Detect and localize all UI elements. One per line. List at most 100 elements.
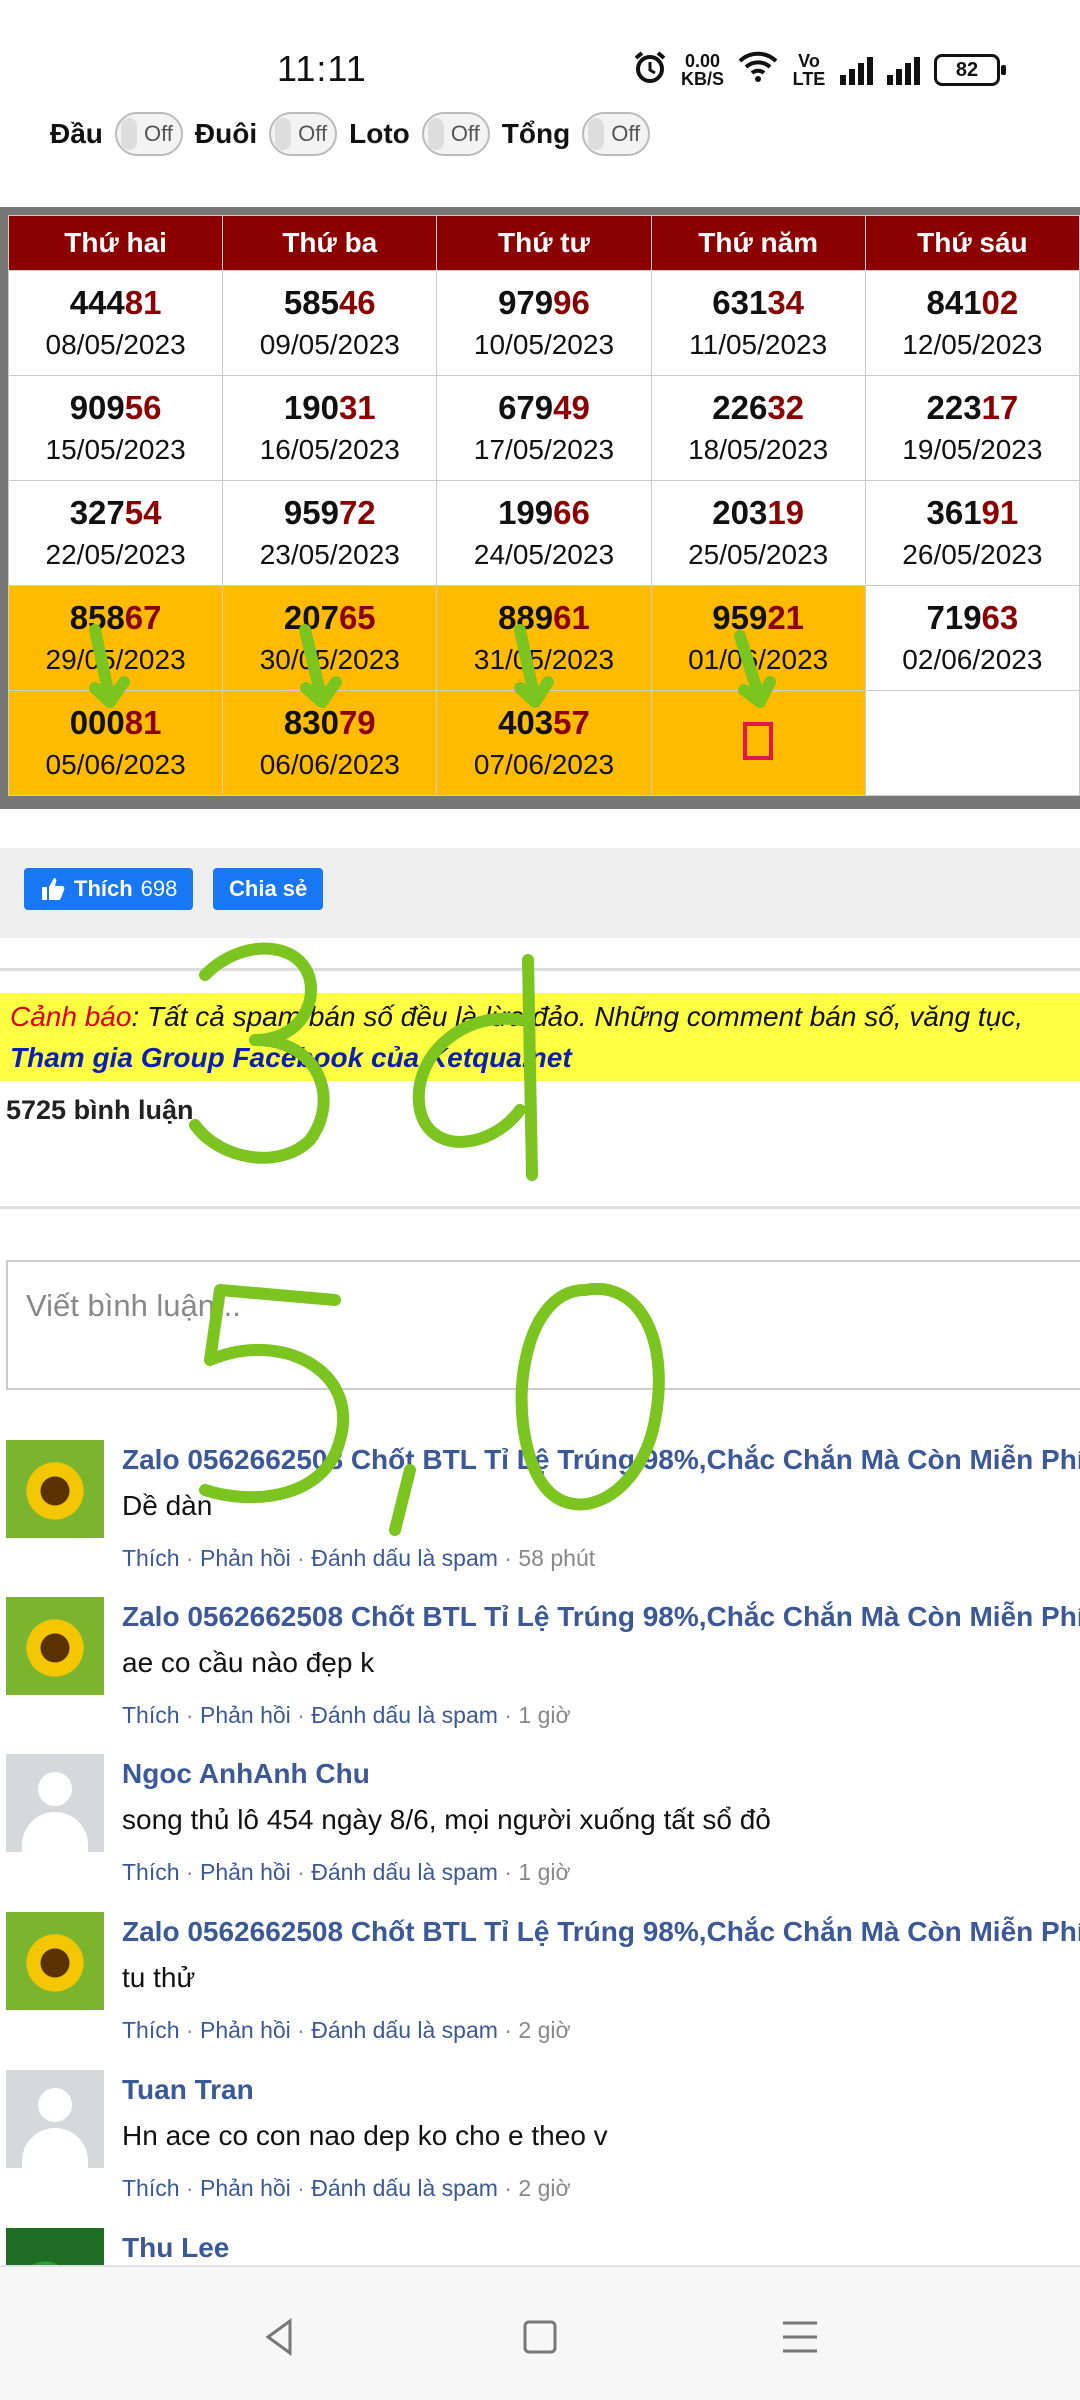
toggle-label-dau: Đầu	[50, 118, 103, 149]
reply-link[interactable]: Phản hồi	[200, 2017, 291, 2043]
volte-icon: Vo LTE	[792, 51, 826, 89]
result-cell: 88961 31/05/2023	[436, 585, 652, 691]
result-cell: 83079 06/06/2023	[222, 690, 438, 796]
comment-author[interactable]: Zalo 0562662508 Chốt BTL Tỉ Lệ Trúng 98%…	[122, 1440, 1080, 1480]
like-link[interactable]: Thích	[122, 1702, 180, 1728]
table-row: 44481 08/05/2023 58546 09/05/2023 97996 10/…	[7, 270, 1080, 376]
column-header: Thứ ba	[222, 215, 438, 271]
result-number: 58546	[283, 284, 376, 321]
reply-link[interactable]: Phản hồi	[200, 2175, 291, 2201]
result-number: 19031	[283, 389, 376, 426]
comment-item: Zalo 0562662508 Chốt BTL Tỉ Lệ Trúng 98%…	[6, 1440, 1080, 1598]
comment-time: 1 giờ	[518, 1859, 571, 1885]
toggle-label-loto: Loto	[349, 118, 410, 149]
toggle-dau[interactable]: Off	[114, 112, 183, 156]
result-number: 97996	[498, 284, 590, 321]
share-button[interactable]: Chia sẻ	[213, 868, 324, 910]
avatar[interactable]	[6, 2070, 104, 2168]
result-number: 63134	[712, 284, 805, 321]
result-cell: 19966 24/05/2023	[436, 480, 652, 586]
avatar[interactable]	[6, 1597, 104, 1695]
result-date: 16/05/2023	[259, 434, 400, 465]
like-link[interactable]: Thích	[122, 2017, 180, 2043]
toggle-duoi[interactable]: Off	[269, 112, 338, 156]
like-button[interactable]: Thích 698	[24, 868, 194, 910]
comment-item: Ngoc AnhAnh Chu song thủ lô 454 ngày 8/6…	[6, 1754, 1080, 1912]
result-number: 95972	[283, 494, 376, 531]
result-number: 20319	[712, 494, 805, 531]
spam-link[interactable]: Đánh dấu là spam	[311, 1859, 498, 1885]
result-cell: 40357 07/06/2023	[436, 690, 652, 796]
social-bar: Thích 698 Chia sẻ	[0, 848, 1080, 938]
avatar[interactable]	[6, 1754, 104, 1852]
home-button[interactable]	[510, 2307, 570, 2367]
toggle-loto[interactable]: Off	[421, 112, 490, 156]
comment-text: ae co cầu nào đẹp k	[122, 1647, 375, 1678]
result-number: 85867	[69, 599, 162, 636]
comment-author[interactable]: Ngoc AnhAnh Chu	[122, 1754, 1080, 1794]
comment-author[interactable]: Zalo 0562662508 Chốt BTL Tỉ Lệ Trúng 98%…	[122, 1597, 1080, 1637]
spam-link[interactable]: Đánh dấu là spam	[311, 2017, 498, 2043]
like-link[interactable]: Thích	[122, 1859, 180, 1885]
result-number: 83079	[283, 704, 376, 741]
table-row: 90956 15/05/2023 19031 16/05/2023 67949 17/…	[7, 375, 1080, 481]
status-icons: 0.00 KB/S Vo LTE 82	[633, 50, 1006, 90]
result-date: 02/06/2023	[902, 644, 1043, 675]
result-cell: 71963 02/06/2023	[864, 585, 1080, 691]
comment-author[interactable]: Zalo 0562662508 Chốt BTL Tỉ Lệ Trúng 98%…	[122, 1912, 1080, 1952]
result-number: 32754	[69, 494, 162, 531]
result-date: 24/05/2023	[473, 539, 615, 570]
result-number: 67949	[498, 389, 590, 426]
result-date: 30/05/2023	[259, 644, 400, 675]
back-button[interactable]	[250, 2307, 310, 2367]
reply-link[interactable]: Phản hồi	[200, 1545, 291, 1571]
result-date: 06/06/2023	[259, 749, 400, 780]
comment-item: Zalo 0562662508 Chốt BTL Tỉ Lệ Trúng 98%…	[6, 1912, 1080, 2070]
result-cell: 97996 10/05/2023	[436, 270, 652, 376]
result-number: 44481	[69, 284, 162, 321]
comment-author[interactable]: Tuan Tran	[122, 2070, 1080, 2110]
like-label: Thích	[74, 876, 133, 901]
comment-input[interactable]: Viết bình luận...	[6, 1260, 1080, 1390]
avatar[interactable]	[6, 2228, 104, 2265]
warning-text: Cảnh báo: Tất cả spam bán số đều là lừa …	[10, 1001, 1023, 1032]
menu-icon	[783, 2321, 817, 2353]
result-date: 18/05/2023	[688, 434, 829, 465]
result-cell: 32754 22/05/2023	[7, 480, 224, 586]
result-cell: 20765 30/05/2023	[222, 585, 438, 691]
result-date: 11/05/2023	[689, 329, 828, 360]
facebook-group-link[interactable]: Tham gia Group Facebook của Ketqua.net	[10, 1037, 1070, 1079]
result-cell: 85867 29/05/2023	[7, 585, 224, 691]
spam-link[interactable]: Đánh dấu là spam	[311, 2175, 498, 2201]
avatar[interactable]	[6, 1912, 104, 2010]
like-link[interactable]: Thích	[122, 2175, 180, 2201]
result-number: 20765	[283, 599, 376, 636]
result-cell: 67949 17/05/2023	[436, 375, 652, 481]
reply-link[interactable]: Phản hồi	[200, 1702, 291, 1728]
spam-link[interactable]: Đánh dấu là spam	[311, 1545, 498, 1571]
system-nav-bar	[0, 2265, 1080, 2400]
result-date: 29/05/2023	[45, 644, 186, 675]
result-cell-empty	[864, 690, 1080, 796]
result-cell: 22317 19/05/2023	[864, 375, 1080, 481]
result-cell: 19031 16/05/2023	[222, 375, 438, 481]
comment-author[interactable]: Thu Lee	[122, 2228, 1080, 2265]
comment-time: 2 giờ	[518, 2017, 571, 2043]
result-cell: 00081 05/06/2023	[7, 690, 224, 796]
avatar[interactable]	[6, 1440, 104, 1538]
comment-count: 5725 bình luận	[6, 1095, 194, 1125]
signal-icon	[840, 55, 873, 85]
like-link[interactable]: Thích	[122, 1545, 180, 1571]
spam-link[interactable]: Đánh dấu là spam	[311, 1702, 498, 1728]
comment-time: 1 giờ	[518, 1702, 571, 1728]
comment-item: Tuan Tran Hn ace co con nao dep ko cho e…	[6, 2070, 1080, 2228]
reply-link[interactable]: Phản hồi	[200, 1859, 291, 1885]
toggle-tong[interactable]: Off	[582, 112, 651, 156]
status-bar: 11:11 0.00 KB/S Vo LTE 82	[0, 0, 1080, 100]
column-header: Thứ sáu	[864, 215, 1080, 271]
divider	[0, 968, 1080, 971]
result-number: 00081	[69, 704, 162, 741]
result-number: 22632	[712, 389, 805, 426]
menu-button[interactable]	[770, 2307, 830, 2367]
comment-text: song thủ lô 454 ngày 8/6, mọi người xuốn…	[122, 1804, 771, 1835]
